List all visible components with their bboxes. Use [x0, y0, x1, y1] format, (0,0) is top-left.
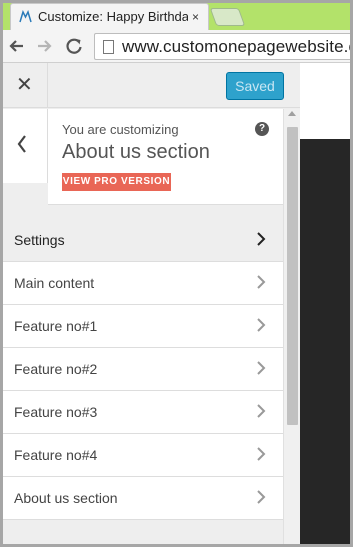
chevron-right-icon: [254, 443, 268, 465]
url-text: www.customonepagewebsite.com: [122, 37, 350, 56]
tab-title: Customize: Happy Birthda: [38, 9, 188, 24]
close-customizer-button[interactable]: ✕: [3, 63, 48, 108]
view-pro-version-button[interactable]: VIEW PRO VERSION: [62, 173, 171, 191]
menu-item-main-content[interactable]: Main content: [3, 262, 283, 305]
menu-item-label: Feature no#2: [14, 361, 98, 377]
scrollbar-thumb[interactable]: [287, 127, 298, 425]
preview-dark-section: [300, 139, 350, 544]
menu-item-feature-4[interactable]: Feature no#4: [3, 434, 283, 477]
menu-item-feature-1[interactable]: Feature no#1: [3, 305, 283, 348]
menu-item-label: Settings: [14, 232, 65, 248]
menu-item-label: Feature no#4: [14, 447, 98, 463]
scroll-up-arrow-icon[interactable]: [288, 111, 296, 116]
customizer-panel: ✕ Saved You are customizing ? About us s…: [3, 63, 300, 544]
reload-icon[interactable]: [64, 36, 84, 56]
menu-item-feature-3[interactable]: Feature no#3: [3, 391, 283, 434]
tab-close-icon[interactable]: ×: [192, 9, 199, 25]
browser-toolbar: www.customonepagewebsite.com: [3, 30, 350, 63]
menu-item-label: Feature no#3: [14, 404, 98, 420]
panel-footer-space: [3, 522, 283, 544]
chevron-right-icon: [254, 271, 268, 293]
chevron-right-icon: [254, 486, 268, 508]
back-arrow-icon[interactable]: [7, 36, 27, 56]
page-icon: [103, 40, 114, 54]
tab-strip: Customize: Happy Birthda ×: [3, 3, 350, 30]
menu-item-label: Feature no#1: [14, 318, 98, 334]
menu-item-label: About us section: [14, 490, 118, 506]
back-button-strip: [3, 183, 48, 205]
section-menu: Settings Main content Feature no#1 Featu…: [3, 219, 283, 520]
menu-item-feature-2[interactable]: Feature no#2: [3, 348, 283, 391]
back-button[interactable]: [3, 109, 48, 183]
panel-scrollbar[interactable]: [283, 109, 300, 544]
close-icon: ✕: [16, 74, 33, 96]
saved-button[interactable]: Saved: [226, 72, 284, 100]
customizing-label: You are customizing: [62, 122, 179, 137]
section-title: About us section: [62, 141, 210, 163]
help-icon[interactable]: ?: [255, 122, 269, 136]
browser-window: Customize: Happy Birthda × www.customone…: [0, 0, 353, 547]
chevron-right-icon: [254, 228, 268, 250]
section-header: You are customizing ? About us section V…: [3, 109, 283, 205]
menu-item-settings[interactable]: Settings: [3, 219, 283, 262]
menu-item-label: Main content: [14, 275, 95, 291]
chevron-left-icon: [16, 133, 28, 159]
menu-item-about-us-section[interactable]: About us section: [3, 477, 283, 520]
address-bar[interactable]: www.customonepagewebsite.com: [94, 33, 350, 60]
forward-arrow-icon[interactable]: [34, 36, 54, 56]
chevron-right-icon: [254, 400, 268, 422]
chevron-right-icon: [254, 357, 268, 379]
new-tab-button[interactable]: [209, 8, 246, 26]
site-preview: [300, 63, 350, 544]
tab-customize[interactable]: Customize: Happy Birthda ×: [10, 3, 209, 30]
customizer-header: ✕ Saved: [3, 63, 300, 108]
customizer-icon: [19, 9, 32, 23]
chevron-right-icon: [254, 314, 268, 336]
